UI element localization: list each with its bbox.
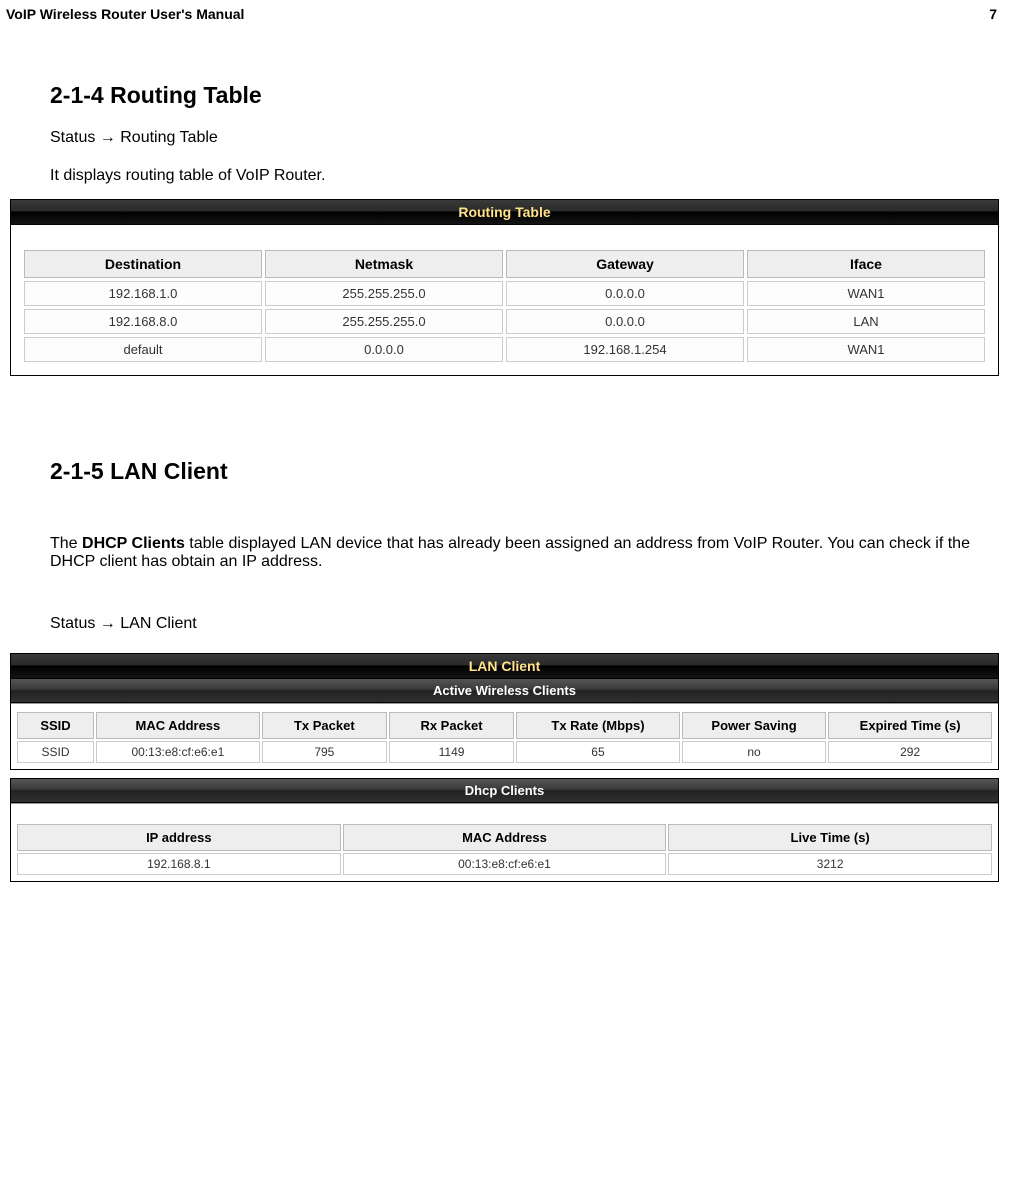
dhcp-clients-panel: Dhcp Clients IP address MAC Address Live… [10,778,999,882]
cell-destination: 192.168.8.0 [24,309,262,334]
page-body: 2-1-4 Routing Table Status → Routing Tab… [0,82,1009,882]
cell-netmask: 255.255.255.0 [265,281,503,306]
cell-rx-packet: 1149 [389,741,514,763]
cell-live-time: 3212 [668,853,992,875]
panel-title-lan-client: LAN Client [11,654,998,679]
table-header-row: SSID MAC Address Tx Packet Rx Packet Tx … [17,712,992,739]
breadcrumb: Status → LAN Client [8,615,1001,633]
cell-tx-rate: 65 [516,741,680,763]
cell-power-saving: no [682,741,826,763]
text-bold-dhcp-clients: DHCP Clients [82,535,185,552]
col-mac: MAC Address [96,712,260,739]
cell-netmask: 255.255.255.0 [265,309,503,334]
cell-netmask: 0.0.0.0 [265,337,503,362]
col-tx-rate: Tx Rate (Mbps) [516,712,680,739]
cell-gateway: 0.0.0.0 [506,309,744,334]
section-heading-lan-client: 2-1-5 LAN Client [8,458,1001,485]
text-prefix: The [50,535,82,552]
col-ip-address: IP address [17,824,341,851]
col-ssid: SSID [17,712,94,739]
section-description-lan: The DHCP Clients table displayed LAN dev… [8,535,1001,571]
breadcrumb-status: Status [50,129,95,146]
col-tx-packet: Tx Packet [262,712,387,739]
table-row: 192.168.8.0 255.255.255.0 0.0.0.0 LAN [24,309,985,334]
dhcp-clients-table: IP address MAC Address Live Time (s) 192… [15,822,994,877]
col-live-time: Live Time (s) [668,824,992,851]
col-iface: Iface [747,250,985,278]
arrow-icon: → [95,615,120,632]
table-row: 192.168.1.0 255.255.255.0 0.0.0.0 WAN1 [24,281,985,306]
panel-subtitle-wireless: Active Wireless Clients [11,679,998,703]
lan-client-panel: LAN Client Active Wireless Clients SSID … [10,653,999,770]
page-header: VoIP Wireless Router User's Manual 7 [0,0,1009,26]
col-expired-time: Expired Time (s) [828,712,992,739]
header-title: VoIP Wireless Router User's Manual [6,6,244,22]
cell-mac: 00:13:e8:cf:e6:e1 [343,853,667,875]
section-heading-routing-table: 2-1-4 Routing Table [8,82,1001,109]
cell-gateway: 192.168.1.254 [506,337,744,362]
cell-expired-time: 292 [828,741,992,763]
col-power-saving: Power Saving [682,712,826,739]
breadcrumb: Status → Routing Table [8,129,1001,147]
table-row: default 0.0.0.0 192.168.1.254 WAN1 [24,337,985,362]
panel-subtitle-dhcp: Dhcp Clients [11,779,998,803]
col-mac-address: MAC Address [343,824,667,851]
routing-table-container: Destination Netmask Gateway Iface 192.16… [11,225,998,375]
col-gateway: Gateway [506,250,744,278]
table-row: SSID 00:13:e8:cf:e6:e1 795 1149 65 no 29… [17,741,992,763]
section-description: It displays routing table of VoIP Router… [8,167,1001,185]
page-number: 7 [989,6,997,22]
cell-iface: WAN1 [747,337,985,362]
table-header-row: IP address MAC Address Live Time (s) [17,824,992,851]
cell-tx-packet: 795 [262,741,387,763]
text-suffix: table displayed LAN device that has alre… [50,535,970,570]
routing-table: Destination Netmask Gateway Iface 192.16… [21,247,988,365]
col-netmask: Netmask [265,250,503,278]
cell-iface: WAN1 [747,281,985,306]
arrow-icon: → [95,129,120,146]
wireless-clients-table: SSID MAC Address Tx Packet Rx Packet Tx … [15,710,994,765]
col-rx-packet: Rx Packet [389,712,514,739]
table-header-row: Destination Netmask Gateway Iface [24,250,985,278]
dhcp-clients-container: IP address MAC Address Live Time (s) 192… [11,803,998,881]
breadcrumb-routing-table: Routing Table [120,129,218,146]
cell-mac: 00:13:e8:cf:e6:e1 [96,741,260,763]
cell-destination: 192.168.1.0 [24,281,262,306]
col-destination: Destination [24,250,262,278]
breadcrumb-lan-client: LAN Client [120,615,196,632]
routing-table-panel: Routing Table Destination Netmask Gatewa… [10,199,999,376]
breadcrumb-status: Status [50,615,95,632]
cell-ip: 192.168.8.1 [17,853,341,875]
table-row: 192.168.8.1 00:13:e8:cf:e6:e1 3212 [17,853,992,875]
panel-title-routing: Routing Table [11,200,998,225]
wireless-clients-container: SSID MAC Address Tx Packet Rx Packet Tx … [11,703,998,769]
cell-iface: LAN [747,309,985,334]
cell-ssid: SSID [17,741,94,763]
cell-destination: default [24,337,262,362]
cell-gateway: 0.0.0.0 [506,281,744,306]
